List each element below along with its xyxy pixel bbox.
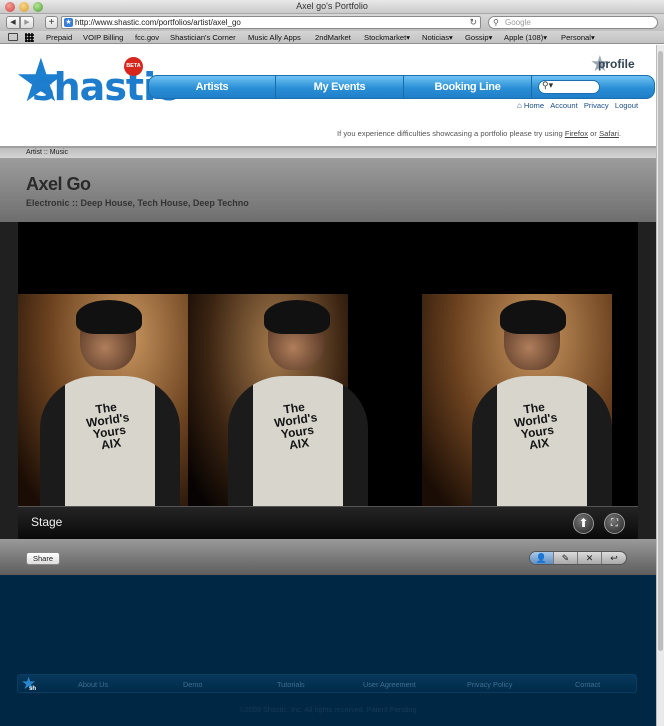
bookmark-item[interactable]: Gossip▾ [465,33,492,42]
safari-link[interactable]: Safari [599,129,619,138]
bookmark-item[interactable]: Shastician's Corner [170,33,236,42]
reload-icon[interactable]: ↻ [469,17,477,28]
web-page: ★ shastic BETA ★ profile Artists My Even… [0,45,656,726]
footer-link-demo[interactable]: Demo [183,680,202,689]
bookmark-item[interactable]: Apple (108)▾ [504,33,547,42]
artist-genres: Electronic :: Deep House, Tech House, De… [26,198,249,208]
address-bar[interactable]: ★ http://www.shastic.com/portfolios/arti… [61,16,481,29]
copyright: ©2009 Shastic, Inc. All rights reserved.… [239,705,417,714]
add-bookmark-button[interactable]: + [45,16,58,29]
delete-icon[interactable]: ✕ [578,552,602,564]
back-button[interactable]: ◀ [6,16,20,29]
page-bottom: ★ sh About Us Demo Tutorials User Agreeme… [0,575,656,726]
footer-link-contact[interactable]: Contact [575,680,600,689]
user-icon[interactable]: 👤 [530,552,554,564]
footer-link-about[interactable]: About Us [78,680,108,689]
stage-title: Stage [31,515,63,529]
artist-name: Axel Go [26,174,91,194]
bookmark-item[interactable]: Prepaid [46,33,72,42]
stage-viewer: The World's Yours AIX The World's Yours AIX Th… [18,222,638,539]
bookmark-item[interactable]: Noticias▾ [422,33,453,42]
undo-icon[interactable]: ↩ [602,552,626,564]
dj-photo[interactable]: The World's Yours AIX [18,294,198,507]
bookmark-item[interactable]: Music Ally Apps [248,33,301,42]
home-link[interactable]: Home [524,101,544,110]
nav-tab-booking-line[interactable]: Booking Line [404,76,532,98]
home-icon: ⌂ [517,101,522,110]
shirt-print: The World's Yours AIX [273,399,319,453]
top-sites-grid-icon[interactable] [25,33,34,42]
dj-photo[interactable]: The World's Yours AIX [188,294,368,507]
breadcrumb-bar: Artist :: Music [0,146,656,158]
breadcrumb[interactable]: Artist :: Music [26,149,68,156]
bookmark-item[interactable]: 2ndMarket [315,33,351,42]
site-favicon-icon: ★ [64,18,73,27]
user-links: ⌂ Home Account Privacy Logout [513,101,638,110]
footer-link-privacy-policy[interactable]: Privacy Policy [467,680,512,689]
url-text: http://www.shastic.com/portfolios/artist… [75,18,241,27]
scrollbar-thumb[interactable] [658,51,663,651]
window-title: Axel go's Portfolio [296,1,368,11]
search-icon: ⚲▾ [542,80,554,90]
edit-tools: 👤 ✎ ✕ ↩ [529,551,627,565]
footer-link-tutorials[interactable]: Tutorials [277,680,305,689]
share-button[interactable]: Share [26,552,60,565]
stage-area: The World's Yours AIX The World's Yours AIX Th… [0,222,656,539]
pencil-icon[interactable]: ✎ [554,552,578,564]
stage-caption-bar: Stage ⬆ ⛶ [18,506,638,539]
footer-logo-icon[interactable]: ★ sh [21,675,39,692]
search-icon: ⚲ [493,18,499,27]
firefox-link[interactable]: Firefox [565,129,588,138]
scrollbar[interactable] [656,45,664,726]
nav-tab-my-events[interactable]: My Events [276,76,404,98]
upload-icon[interactable]: ⬆ [573,513,594,534]
site-search-input[interactable]: ⚲▾ [538,80,600,94]
dj-photo[interactable]: The World's Yours AIX [422,294,612,507]
share-toolbar: Share 👤 ✎ ✕ ↩ [0,539,656,575]
bookmarks-book-icon[interactable] [8,33,18,41]
artist-header: Axel Go Electronic :: Deep House, Tech H… [0,158,656,222]
fullscreen-icon[interactable]: ⛶ [604,513,625,534]
bookmarks-bar: Prepaid VOIP Billing fcc.gov Shastician'… [0,31,664,44]
browser-window: Axel go's Portfolio ◀ ▶ + ★ http://www.s… [0,0,664,726]
search-placeholder: Google [505,18,531,27]
bookmark-item[interactable]: VOIP Billing [83,33,123,42]
browser-notice: If you experience difficulties showcasin… [337,129,622,138]
account-link[interactable]: Account [550,101,577,110]
logout-link[interactable]: Logout [615,101,638,110]
shastic-logo[interactable]: ★ shastic BETA [14,51,178,113]
bookmark-item[interactable]: Personal▾ [561,33,595,42]
bookmark-item[interactable]: Stockmarket▾ [364,33,410,42]
main-navigation: Artists My Events Booking Line ⚲▾ [148,75,655,99]
footer-nav: ★ sh About Us Demo Tutorials User Agreeme… [17,674,637,693]
search-field[interactable]: ⚲ Google [488,16,658,29]
forward-button[interactable]: ▶ [20,16,34,29]
title-bar: Axel go's Portfolio [0,0,664,14]
browser-toolbar: ◀ ▶ + ★ http://www.shastic.com/portfolio… [0,14,664,31]
bookmark-item[interactable]: fcc.gov [135,33,159,42]
privacy-link[interactable]: Privacy [584,101,609,110]
footer-link-user-agreement[interactable]: User Agreement [363,680,416,689]
shirt-print: The World's Yours AIX [513,399,559,453]
nav-tab-artists[interactable]: Artists [149,76,276,98]
shirt-print: The World's Yours AIX [85,399,131,453]
beta-badge: BETA [124,57,143,76]
